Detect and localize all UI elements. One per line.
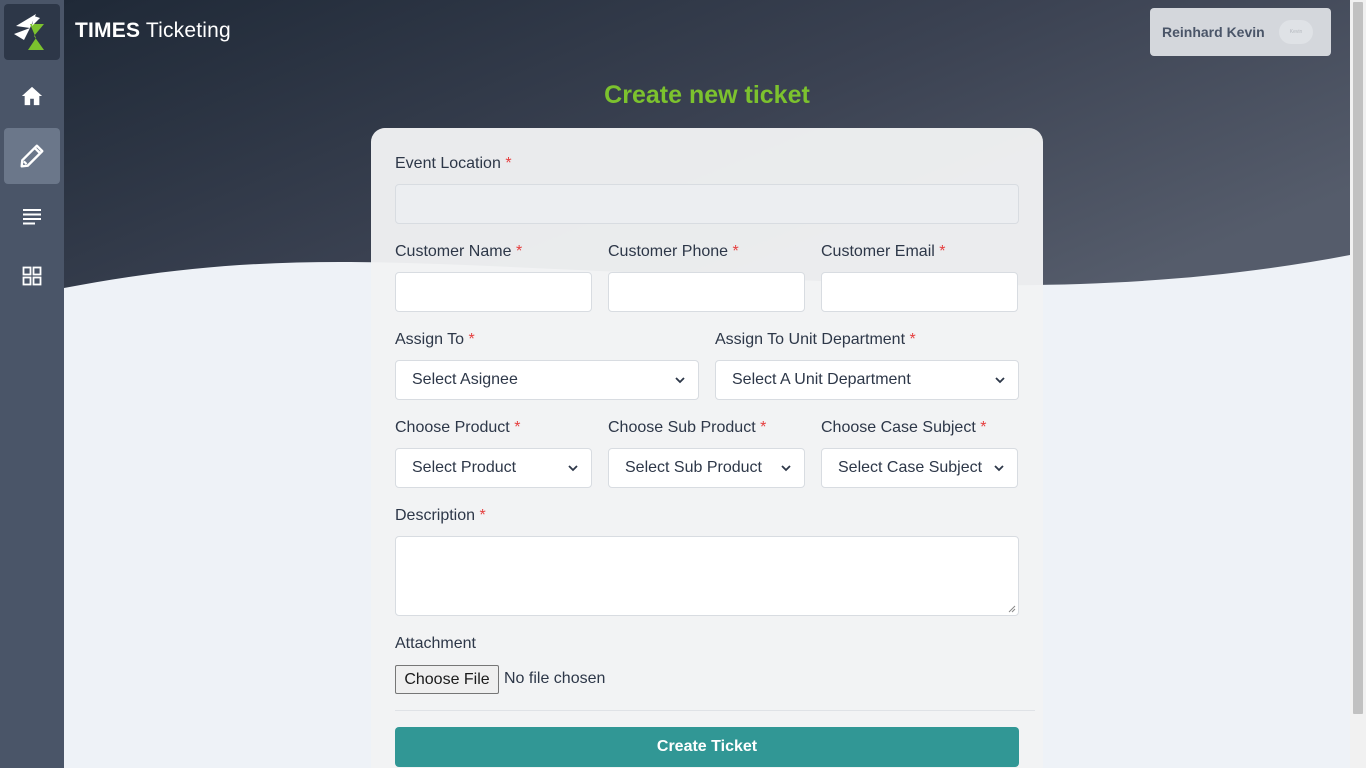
nav-create-ticket[interactable] (4, 128, 60, 184)
required-mark: * (980, 419, 987, 436)
event-location-label: Event Location * (395, 155, 512, 173)
nav-dashboard[interactable] (4, 248, 60, 304)
assign-to-label-text: Assign To (395, 331, 465, 348)
create-ticket-button[interactable]: Create Ticket (395, 727, 1019, 767)
product-select[interactable]: Select Product (395, 448, 592, 488)
customer-phone-label: Customer Phone * (608, 243, 739, 261)
customer-name-label-text: Customer Name (395, 243, 512, 260)
description-label: Description * (395, 507, 486, 525)
app-logo[interactable] (4, 4, 60, 60)
customer-name-input[interactable] (395, 272, 592, 312)
description-label-text: Description (395, 507, 476, 524)
grid-icon (22, 266, 42, 286)
case-subject-select-value: Select Case Subject (838, 459, 983, 476)
assignee-select-value: Select Asignee (412, 371, 518, 388)
product-label-text: Choose Product (395, 419, 510, 436)
assign-to-label: Assign To * (395, 331, 475, 349)
unit-department-label: Assign To Unit Department * (715, 331, 916, 349)
customer-email-input[interactable] (821, 272, 1018, 312)
app-title: TIMES Ticketing (75, 19, 231, 43)
home-icon (21, 86, 43, 106)
chevron-down-icon (781, 465, 791, 472)
required-mark: * (515, 243, 523, 260)
avatar: Kevin (1279, 20, 1313, 44)
assignee-select[interactable]: Select Asignee (395, 360, 699, 400)
unit-department-select[interactable]: Select A Unit Department (715, 360, 1019, 400)
event-location-input[interactable] (395, 184, 1019, 224)
customer-email-label: Customer Email * (821, 243, 946, 261)
attachment-label: Attachment (395, 635, 476, 652)
brand-bold: TIMES (75, 19, 141, 42)
product-select-value: Select Product (412, 459, 517, 476)
description-textarea[interactable] (395, 536, 1019, 616)
case-subject-label: Choose Case Subject * (821, 419, 986, 437)
required-mark: * (468, 331, 475, 348)
sub-product-label-text: Choose Sub Product (608, 419, 756, 436)
chevron-down-icon (675, 377, 685, 384)
form-divider (395, 710, 1035, 711)
user-name: Reinhard Kevin (1162, 24, 1265, 40)
customer-name-label: Customer Name * (395, 243, 522, 261)
required-mark: * (760, 419, 767, 436)
brand-rest: Ticketing (140, 19, 231, 42)
list-icon (23, 209, 41, 225)
case-subject-select[interactable]: Select Case Subject (821, 448, 1018, 488)
file-status-text: No file chosen (504, 670, 606, 687)
chevron-down-icon (995, 377, 1005, 384)
customer-email-label-text: Customer Email (821, 243, 935, 260)
nav-ticket-list[interactable] (4, 188, 60, 244)
resize-handle-icon[interactable] (1008, 605, 1016, 613)
unit-department-select-value: Select A Unit Department (732, 371, 911, 388)
logo-icon (14, 14, 44, 50)
required-mark: * (514, 419, 521, 436)
customer-phone-label-text: Customer Phone (608, 243, 729, 260)
required-mark: * (505, 155, 512, 172)
sub-product-select-value: Select Sub Product (625, 459, 762, 476)
required-mark: * (732, 243, 739, 260)
required-mark: * (479, 507, 486, 524)
choose-file-button[interactable]: Choose File (395, 665, 499, 694)
unit-department-label-text: Assign To Unit Department (715, 331, 906, 348)
nav-home[interactable] (4, 68, 60, 124)
sidebar (0, 0, 64, 768)
sub-product-select[interactable]: Select Sub Product (608, 448, 805, 488)
page-scrollbar[interactable] (1350, 0, 1366, 768)
customer-phone-input[interactable] (608, 272, 805, 312)
sub-product-label: Choose Sub Product * (608, 419, 766, 437)
required-mark: * (939, 243, 946, 260)
event-location-label-text: Event Location (395, 155, 501, 172)
case-subject-label-text: Choose Case Subject (821, 419, 976, 436)
page-title: Create new ticket (604, 81, 810, 109)
required-mark: * (909, 331, 916, 348)
chevron-down-icon (994, 465, 1004, 472)
chevron-down-icon (568, 465, 578, 472)
user-menu-button[interactable]: Reinhard Kevin Kevin (1150, 8, 1331, 56)
product-label: Choose Product * (395, 419, 520, 437)
scrollbar-thumb[interactable] (1353, 2, 1363, 714)
pencil-icon (20, 144, 44, 168)
